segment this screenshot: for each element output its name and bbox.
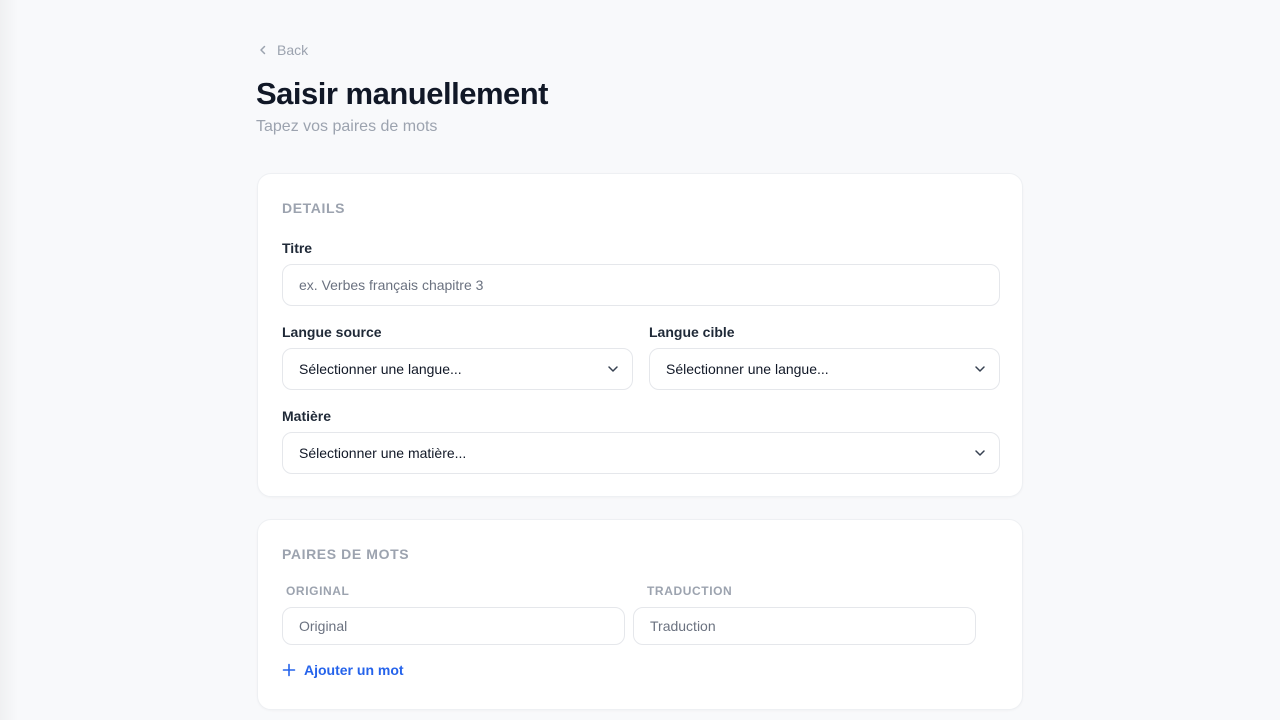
translation-column-header: TRADUCTION bbox=[647, 584, 733, 598]
title-label: Titre bbox=[282, 240, 313, 256]
source-language-value: Sélectionner une langue... bbox=[299, 361, 462, 377]
target-language-value: Sélectionner une langue... bbox=[666, 361, 829, 377]
back-label: Back bbox=[277, 42, 309, 58]
title-input-placeholder: ex. Verbes français chapitre 3 bbox=[299, 277, 484, 293]
plus-icon bbox=[282, 663, 296, 677]
add-word-label: Ajouter un mot bbox=[304, 662, 404, 678]
details-section-title: DETAILS bbox=[282, 200, 346, 216]
title-input[interactable]: ex. Verbes français chapitre 3 bbox=[282, 264, 1000, 306]
translation-input[interactable]: Traduction bbox=[633, 607, 976, 645]
target-language-select[interactable]: Sélectionner une langue... bbox=[649, 348, 1000, 390]
page: Back Saisir manuellement Tapez vos paire… bbox=[0, 0, 1280, 720]
chevron-down-icon bbox=[608, 366, 618, 372]
word-pairs-card: PAIRES DE MOTS ORIGINAL TRADUCTION Origi… bbox=[257, 519, 1023, 710]
target-language-label: Langue cible bbox=[649, 324, 735, 340]
pairs-section-title: PAIRES DE MOTS bbox=[282, 546, 410, 562]
subject-select[interactable]: Sélectionner une matière... bbox=[282, 432, 1000, 474]
subject-value: Sélectionner une matière... bbox=[299, 445, 467, 461]
original-column-header: ORIGINAL bbox=[286, 584, 350, 598]
chevron-down-icon bbox=[975, 450, 985, 456]
page-subtitle: Tapez vos paires de mots bbox=[256, 118, 438, 135]
original-input-placeholder: Original bbox=[299, 618, 348, 634]
left-edge-shadow bbox=[0, 0, 18, 720]
subject-label: Matière bbox=[282, 408, 332, 424]
original-input[interactable]: Original bbox=[282, 607, 625, 645]
chevron-down-icon bbox=[975, 366, 985, 372]
source-language-label: Langue source bbox=[282, 324, 382, 340]
translation-input-placeholder: Traduction bbox=[650, 618, 716, 634]
chevron-left-icon bbox=[260, 45, 266, 55]
add-word-button[interactable]: Ajouter un mot bbox=[282, 662, 404, 678]
details-card: DETAILS Titre ex. Verbes français chapit… bbox=[257, 173, 1023, 497]
back-link[interactable]: Back bbox=[257, 40, 308, 60]
page-title: Saisir manuellement bbox=[256, 76, 549, 111]
source-language-select[interactable]: Sélectionner une langue... bbox=[282, 348, 633, 390]
